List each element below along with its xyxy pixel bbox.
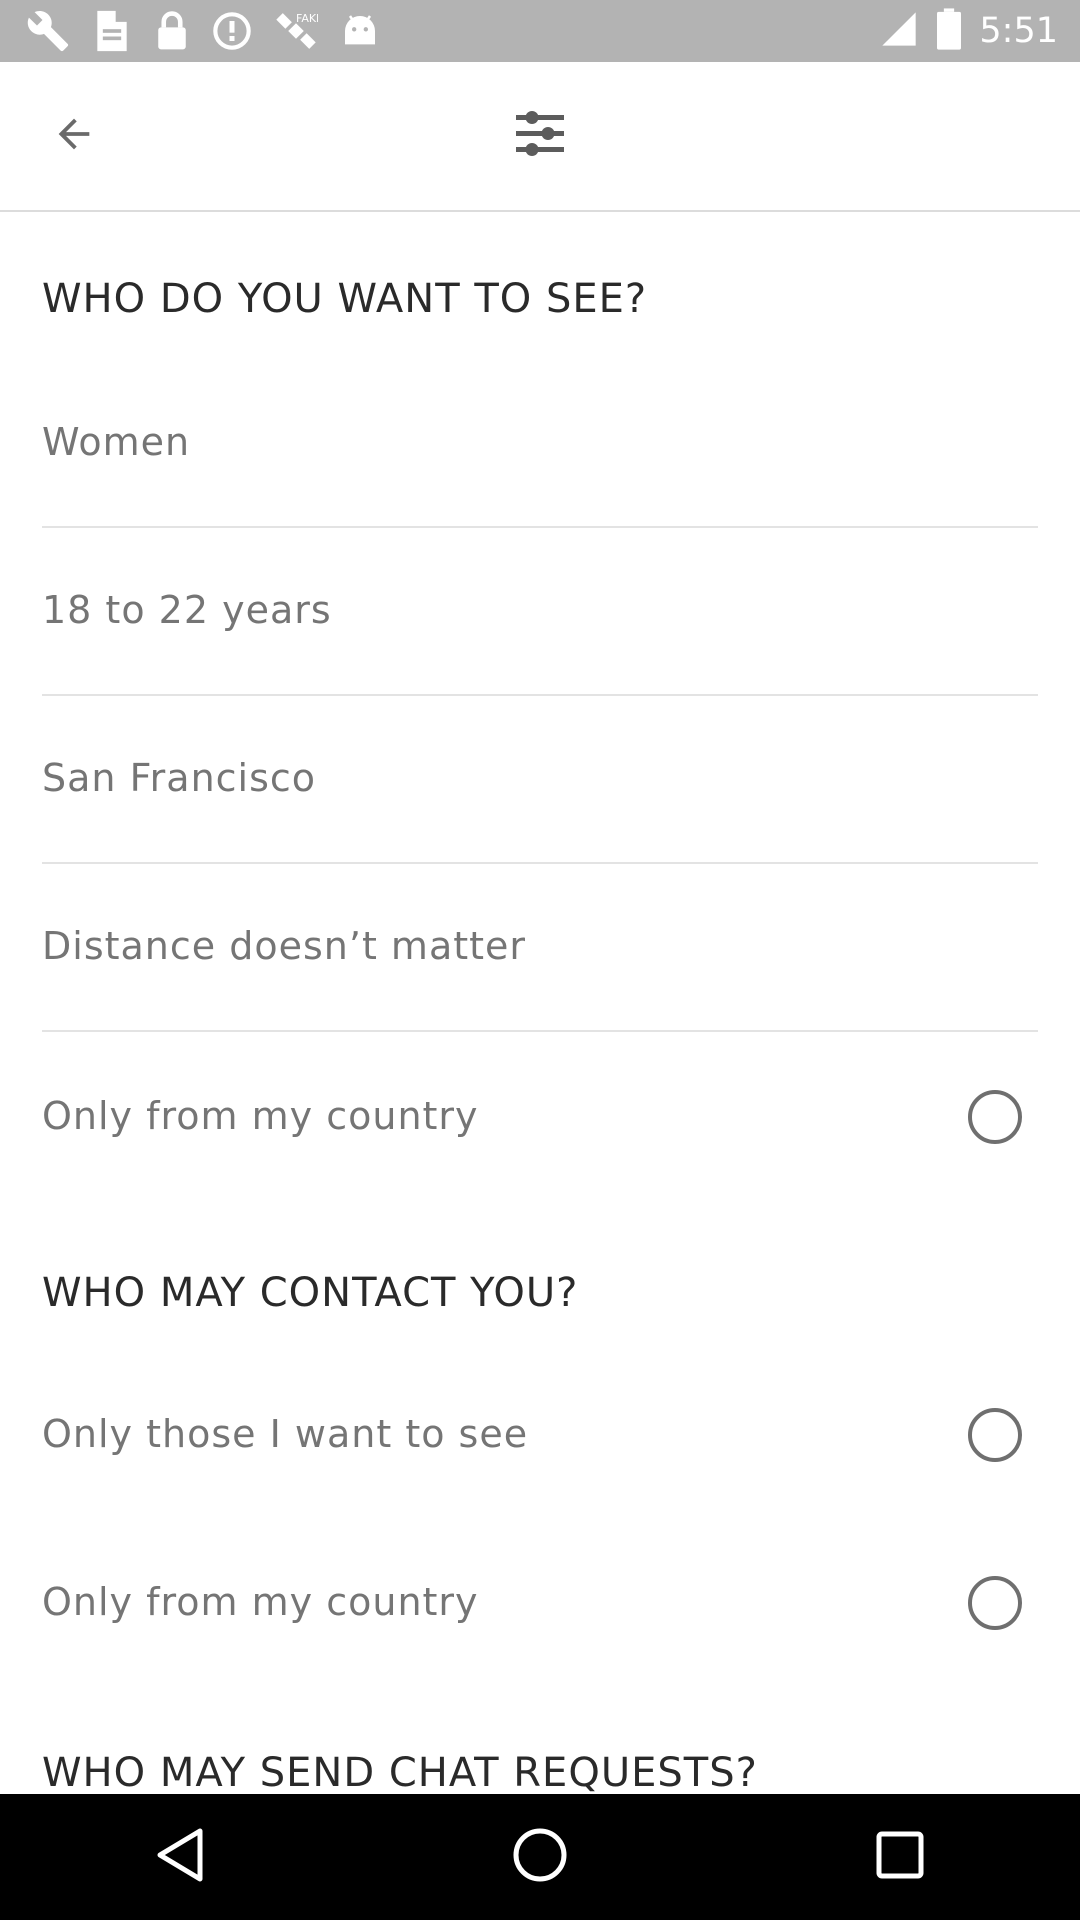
home-circle-icon xyxy=(512,1827,568,1887)
svg-text:FAKE: FAKE xyxy=(296,12,318,25)
see-only-country-item[interactable]: Only from my country xyxy=(42,1032,1038,1200)
nav-recents-button[interactable] xyxy=(840,1807,960,1907)
arrow-back-icon xyxy=(51,111,97,161)
see-only-country-radio[interactable] xyxy=(968,1090,1022,1144)
age-range-label: 18 to 22 years xyxy=(42,588,332,632)
section-title-see: WHO DO YOU WANT TO SEE? xyxy=(42,276,648,322)
sliders-icon xyxy=(514,105,566,167)
fake-gps-icon xyxy=(212,11,252,51)
app-bar xyxy=(0,62,1080,212)
gender-preference-item[interactable]: Women xyxy=(42,358,1038,528)
distance-item[interactable]: Distance doesn’t matter xyxy=(42,862,1038,1032)
signal-icon xyxy=(879,9,919,53)
section-title-contact: WHO MAY CONTACT YOU? xyxy=(42,1270,579,1316)
settings-content: WHO DO YOU WANT TO SEE? Women 18 to 22 y… xyxy=(0,212,1080,1794)
status-icons: FAKE xyxy=(26,8,380,54)
contact-only-country-radio[interactable] xyxy=(968,1576,1022,1630)
distance-label: Distance doesn’t matter xyxy=(42,924,527,968)
age-range-item[interactable]: 18 to 22 years xyxy=(42,526,1038,696)
nav-back-button[interactable] xyxy=(120,1807,240,1907)
contact-only-wanted-item[interactable]: Only those I want to see xyxy=(42,1350,1038,1518)
see-only-country-label: Only from my country xyxy=(42,1094,479,1138)
contact-only-country-item[interactable]: Only from my country xyxy=(42,1518,1038,1686)
file-icon xyxy=(92,9,132,53)
clock: 5:51 xyxy=(979,11,1058,51)
filter-button[interactable] xyxy=(506,102,574,170)
lock-icon xyxy=(154,9,190,53)
status-bar: FAKE 5:51 xyxy=(0,0,1080,62)
recents-square-icon xyxy=(875,1830,925,1884)
section-title-chat: WHO MAY SEND CHAT REQUESTS? xyxy=(42,1750,758,1794)
back-button[interactable] xyxy=(40,102,108,170)
location-item[interactable]: San Francisco xyxy=(42,694,1038,864)
status-right: 5:51 xyxy=(879,0,1058,62)
back-triangle-icon xyxy=(154,1827,206,1887)
nav-home-button[interactable] xyxy=(480,1807,600,1907)
system-nav-bar xyxy=(0,1794,1080,1920)
battery-icon xyxy=(937,8,962,54)
gender-preference-label: Women xyxy=(42,420,191,464)
contact-only-wanted-label: Only those I want to see xyxy=(42,1412,529,1456)
location-label: San Francisco xyxy=(42,756,317,800)
android-icon xyxy=(340,13,380,49)
contact-only-country-label: Only from my country xyxy=(42,1580,479,1624)
contact-only-wanted-radio[interactable] xyxy=(968,1408,1022,1462)
satellite-icon: FAKE xyxy=(274,9,318,53)
wrench-icon xyxy=(26,9,70,53)
